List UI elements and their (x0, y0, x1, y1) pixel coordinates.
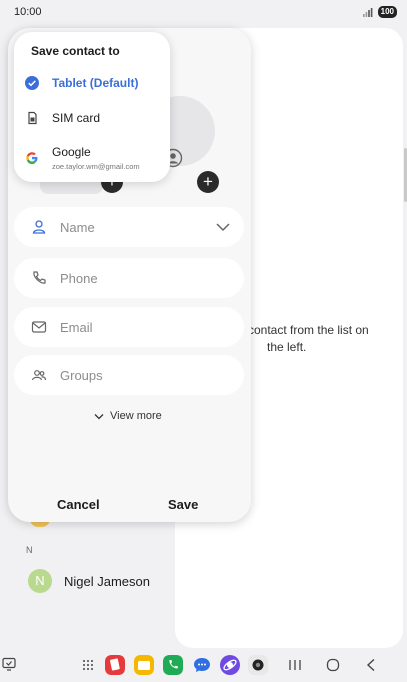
phone-placeholder: Phone (60, 271, 98, 286)
save-button[interactable]: Save (168, 497, 198, 512)
hint-line-2: the left. (267, 340, 307, 354)
email-placeholder: Email (60, 320, 93, 335)
option-label: Google (52, 145, 91, 159)
option-label: Tablet (Default) (52, 76, 139, 90)
signal-icon (363, 8, 373, 17)
back-icon[interactable] (365, 658, 377, 672)
folder-app-icon[interactable] (134, 655, 154, 675)
phone-icon (33, 271, 46, 284)
app-red-icon[interactable] (105, 655, 125, 675)
storage-option-sim[interactable]: SIM card (14, 102, 170, 134)
status-time: 10:00 (14, 6, 42, 18)
storage-option-google[interactable]: Google zoe.taylor.wm@gmail.com (14, 136, 170, 180)
home-icon[interactable] (326, 658, 340, 672)
option-label: SIM card (52, 111, 101, 125)
chevron-down-icon (94, 413, 104, 419)
apps-grid-icon[interactable] (82, 659, 94, 671)
phone-field[interactable]: Phone (14, 258, 244, 298)
option-account-email: zoe.taylor.wm@gmail.com (52, 162, 140, 171)
cancel-button[interactable]: Cancel (57, 497, 100, 512)
person-outline-icon (32, 220, 46, 234)
chevron-down-icon[interactable] (216, 222, 230, 232)
popup-title: Save contact to (31, 44, 120, 58)
groups-field[interactable]: Groups (14, 355, 244, 395)
battery-badge: 100 (377, 6, 397, 18)
photo-strip (40, 180, 103, 194)
messages-app-icon[interactable] (192, 655, 212, 675)
mail-icon (31, 321, 47, 333)
camera-app-icon[interactable] (248, 655, 268, 675)
groups-placeholder: Groups (60, 368, 103, 383)
status-bar: 10:00 100 (0, 0, 407, 24)
view-more-button[interactable]: View more (94, 410, 162, 422)
email-field[interactable]: Email (14, 307, 244, 347)
contact-name: Nigel Jameson (64, 573, 150, 589)
section-letter: N (26, 545, 33, 555)
phone-app-icon[interactable] (163, 655, 183, 675)
add-photo-button[interactable]: + (197, 171, 219, 193)
internet-app-icon[interactable] (220, 655, 240, 675)
avatar: N (28, 569, 52, 593)
taskbar (0, 652, 407, 682)
contact-list-item[interactable]: N Nigel Jameson (28, 569, 150, 593)
name-field[interactable]: Name (14, 207, 244, 247)
storage-option-tablet[interactable]: Tablet (Default) (14, 67, 170, 99)
empty-state-hint: contact from the list on the left. (248, 322, 398, 356)
view-more-label: View more (110, 410, 162, 422)
groups-icon (31, 370, 47, 381)
recent-apps-icon[interactable] (288, 659, 302, 671)
name-placeholder: Name (60, 220, 95, 235)
sim-card-icon (28, 111, 37, 125)
screenshot-icon[interactable] (2, 657, 16, 671)
hint-line-1: contact from the list on (248, 323, 369, 337)
google-icon (26, 152, 38, 164)
plus-icon: + (203, 172, 213, 191)
check-circle-icon (25, 76, 39, 90)
